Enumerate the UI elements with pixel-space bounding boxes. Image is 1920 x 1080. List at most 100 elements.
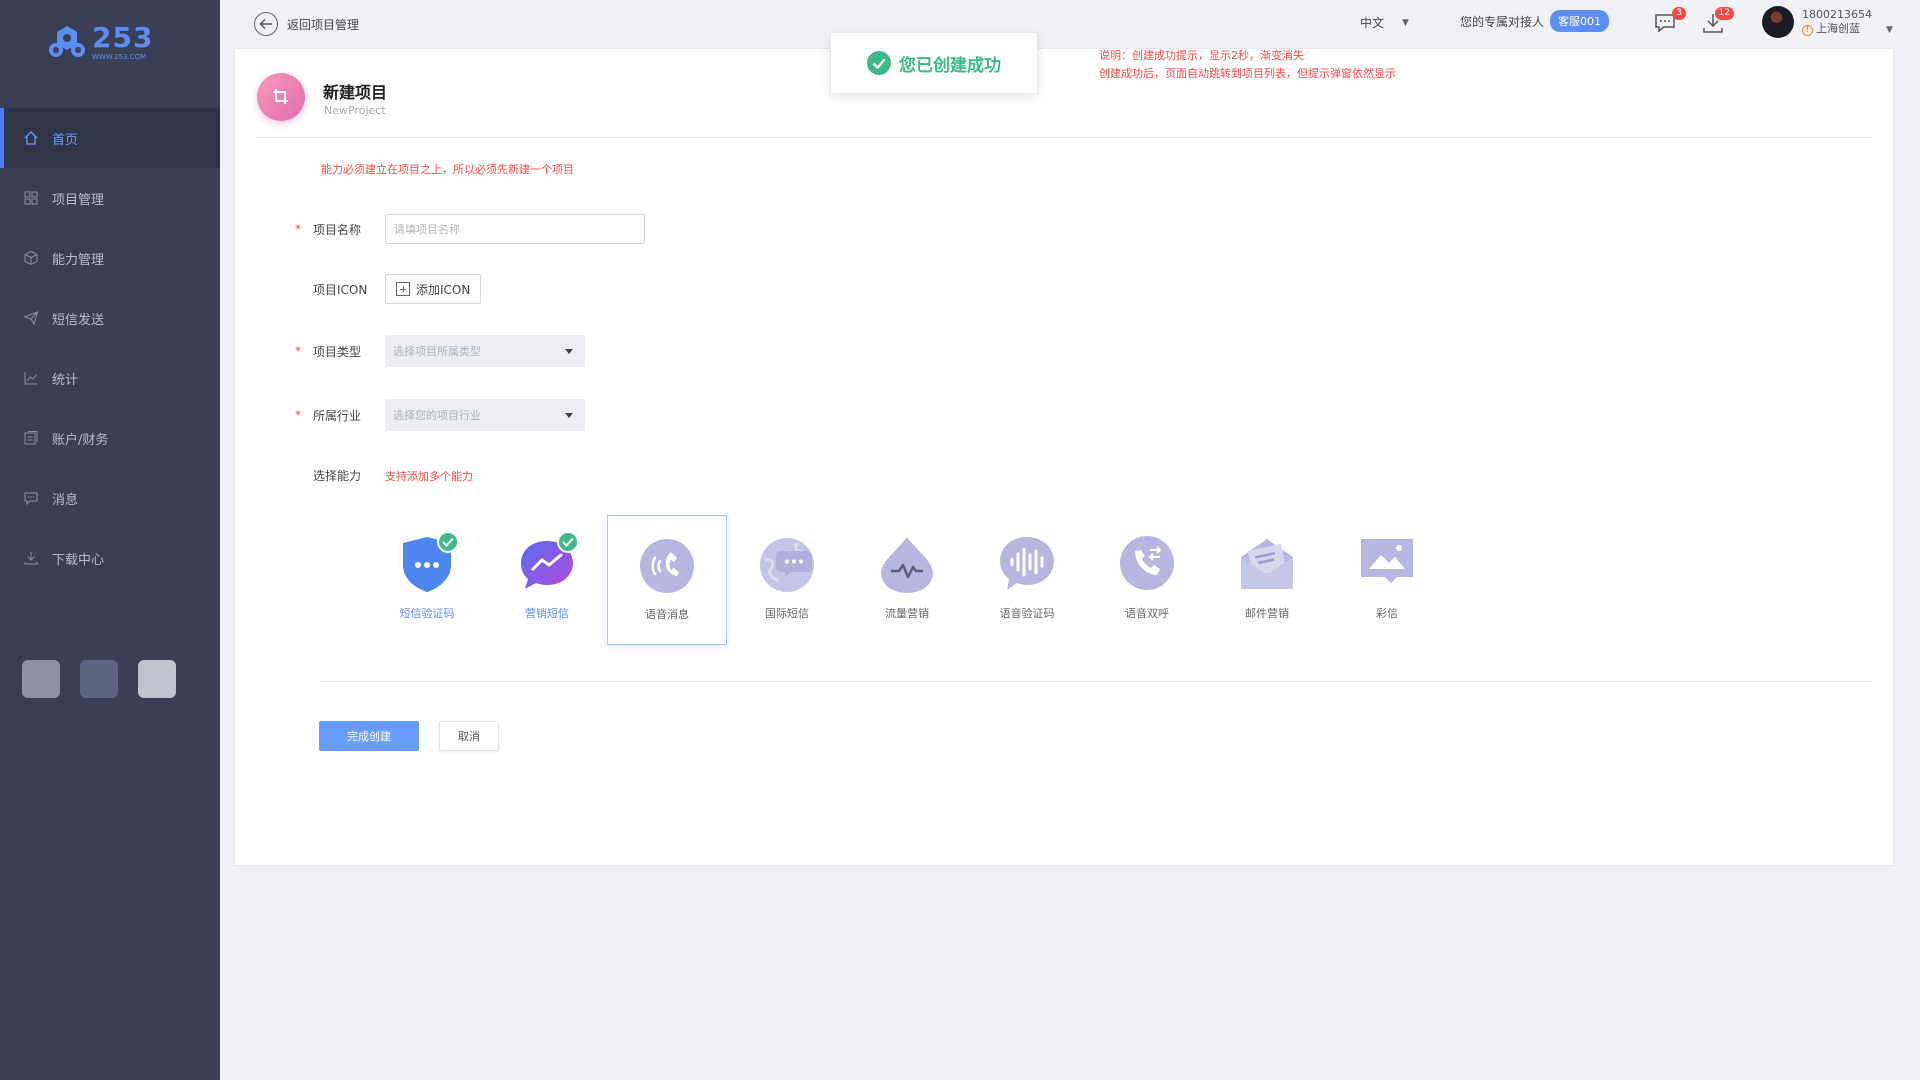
success-toast: 您已创建成功 — [830, 32, 1038, 94]
sidebar-item-statistics[interactable]: 统计 — [0, 348, 220, 408]
form-row-industry: * 所属行业 选择您的项目行业 — [295, 399, 585, 431]
required-mark: * — [295, 408, 301, 422]
cancel-button[interactable]: 取消 — [439, 721, 499, 751]
ability-mms[interactable]: 彩信 — [1327, 515, 1447, 645]
warning-icon: ! — [1802, 25, 1813, 36]
ability-marketing-sms[interactable]: 营销短信 — [487, 515, 607, 645]
add-icon-label: 添加ICON — [416, 282, 471, 297]
voice-wave-icon — [997, 533, 1057, 595]
sidebar-nav: 首页 项目管理 能力管理 短信发送 统计 账户/财务 消息 下载中心 — [0, 108, 220, 588]
form-row-type: * 项目类型 选择项目所属类型 — [295, 335, 585, 367]
field-label: 项目ICON — [313, 282, 368, 297]
user-menu[interactable]: 1800213654 ! 上海创蓝 ▼ — [1762, 6, 1893, 38]
sidebar-item-label: 首页 — [52, 132, 79, 148]
caret-down-icon: ▼ — [1886, 25, 1893, 35]
ability-international-sms[interactable]: 国际短信 — [727, 515, 847, 645]
traffic-drop-icon — [877, 533, 937, 595]
ability-label: 短信验证码 — [399, 607, 455, 620]
theme-swatch-gray[interactable] — [22, 660, 60, 698]
complete-create-button[interactable]: 完成创建 — [319, 721, 419, 751]
chart-icon — [22, 369, 40, 387]
caret-down-icon: ▼ — [1402, 17, 1409, 28]
ability-dual-call[interactable]: 语音双呼 — [1087, 515, 1207, 645]
sidebar-item-label: 能力管理 — [52, 252, 105, 268]
sidebar-item-label: 统计 — [52, 372, 79, 388]
sidebar-item-sms-send[interactable]: 短信发送 — [0, 288, 220, 348]
cube-icon — [22, 249, 40, 267]
sidebar-item-downloads[interactable]: 下载中心 — [0, 528, 220, 588]
field-label: 项目名称 — [313, 222, 362, 237]
sidebar-item-home[interactable]: 首页 — [0, 108, 220, 168]
marketing-chat-icon — [517, 531, 579, 595]
field-label: 选择能力 — [313, 469, 362, 483]
ability-sms-code[interactable]: 短信验证码 — [367, 515, 487, 645]
select-placeholder: 选择项目所属类型 — [393, 345, 481, 358]
logo-cube-icon — [48, 24, 86, 60]
shield-chat-icon — [397, 531, 459, 595]
ability-label: 流量营销 — [885, 607, 929, 620]
language-select[interactable]: 中文 ▼ — [1360, 14, 1409, 31]
field-label: 项目类型 — [313, 344, 362, 359]
account-manager: 您的专属对接人 客服001 — [1460, 10, 1610, 32]
ability-label: 语音验证码 — [999, 607, 1055, 620]
checkmark-icon — [557, 531, 579, 553]
message-icon — [22, 489, 40, 507]
phone-call-icon — [1117, 533, 1177, 595]
ability-voice-message[interactable]: 语音消息 — [607, 515, 727, 645]
language-label: 中文 — [1360, 16, 1385, 30]
divider — [255, 137, 1873, 138]
sidebar-item-label: 项目管理 — [52, 192, 105, 208]
wallet-icon — [22, 429, 40, 447]
industry-select[interactable]: 选择您的项目行业 — [385, 399, 585, 431]
sidebar: 253 WWW.253.COM 首页 项目管理 能力管理 短信发送 统计 账户/… — [0, 0, 220, 1080]
messages-button[interactable]: 3 — [1652, 7, 1686, 36]
ability-voice-code[interactable]: 语音验证码 — [967, 515, 1087, 645]
sidebar-item-label: 下载中心 — [52, 552, 105, 568]
project-name-input[interactable] — [385, 214, 645, 244]
contact-name-badge[interactable]: 客服001 — [1550, 10, 1610, 32]
ability-hint: 支持添加多个能力 — [385, 469, 473, 483]
image-message-icon — [1357, 533, 1417, 595]
ability-label: 语音双呼 — [1125, 607, 1169, 620]
sidebar-item-account[interactable]: 账户/财务 — [0, 408, 220, 468]
form-row-ability: 选择能力 支持添加多个能力 — [295, 467, 473, 484]
add-icon-button[interactable]: 添加ICON — [385, 274, 482, 304]
ability-label: 语音消息 — [645, 608, 689, 621]
ability-label: 彩信 — [1376, 607, 1398, 620]
top-header: 返回项目管理 中文 ▼ 您的专属对接人 客服001 3 12 180021365… — [220, 0, 1920, 46]
grid-icon — [22, 189, 40, 207]
form-row-name: * 项目名称 — [295, 214, 645, 244]
brand-logo[interactable]: 253 WWW.253.COM — [48, 22, 163, 62]
checkmark-icon — [437, 531, 459, 553]
ability-label: 邮件营销 — [1245, 607, 1289, 620]
theme-swatches — [22, 660, 176, 698]
ability-label: 国际短信 — [765, 607, 809, 620]
arrow-left-icon — [254, 12, 278, 36]
back-label: 返回项目管理 — [287, 17, 360, 32]
ability-label: 营销短信 — [525, 607, 569, 620]
user-phone: 1800213654 — [1802, 8, 1872, 21]
project-type-select[interactable]: 选择项目所属类型 — [385, 335, 585, 367]
downloads-button[interactable]: 12 — [1700, 7, 1734, 36]
caret-down-icon — [565, 348, 573, 354]
check-circle-icon — [867, 51, 891, 75]
theme-swatch-light[interactable] — [138, 660, 176, 698]
plus-square-icon — [396, 282, 410, 296]
ability-email-marketing[interactable]: 邮件营销 — [1207, 515, 1327, 645]
sidebar-item-abilities[interactable]: 能力管理 — [0, 228, 220, 288]
note-line: 创建成功后，页面自动跳转到项目列表，但提示弹窗依然显示 — [1099, 67, 1396, 80]
design-notes: 说明：创建成功提示，显示2秒，渐变消失 创建成功后，页面自动跳转到项目列表，但提… — [1099, 47, 1396, 83]
messages-count-badge: 3 — [1672, 7, 1686, 20]
divider — [319, 681, 1873, 682]
ability-traffic-marketing[interactable]: 流量营销 — [847, 515, 967, 645]
theme-swatch-dark[interactable] — [80, 660, 118, 698]
sidebar-item-label: 账户/财务 — [52, 432, 109, 448]
sidebar-item-messages[interactable]: 消息 — [0, 468, 220, 528]
globe-chat-icon — [757, 533, 817, 595]
sidebar-item-projects[interactable]: 项目管理 — [0, 168, 220, 228]
form-row-icon: 项目ICON 添加ICON — [295, 274, 482, 304]
back-to-projects-link[interactable]: 返回项目管理 — [254, 12, 359, 36]
required-mark: * — [295, 222, 301, 236]
page-title: 新建项目 — [323, 83, 388, 102]
email-icon — [1237, 533, 1297, 595]
